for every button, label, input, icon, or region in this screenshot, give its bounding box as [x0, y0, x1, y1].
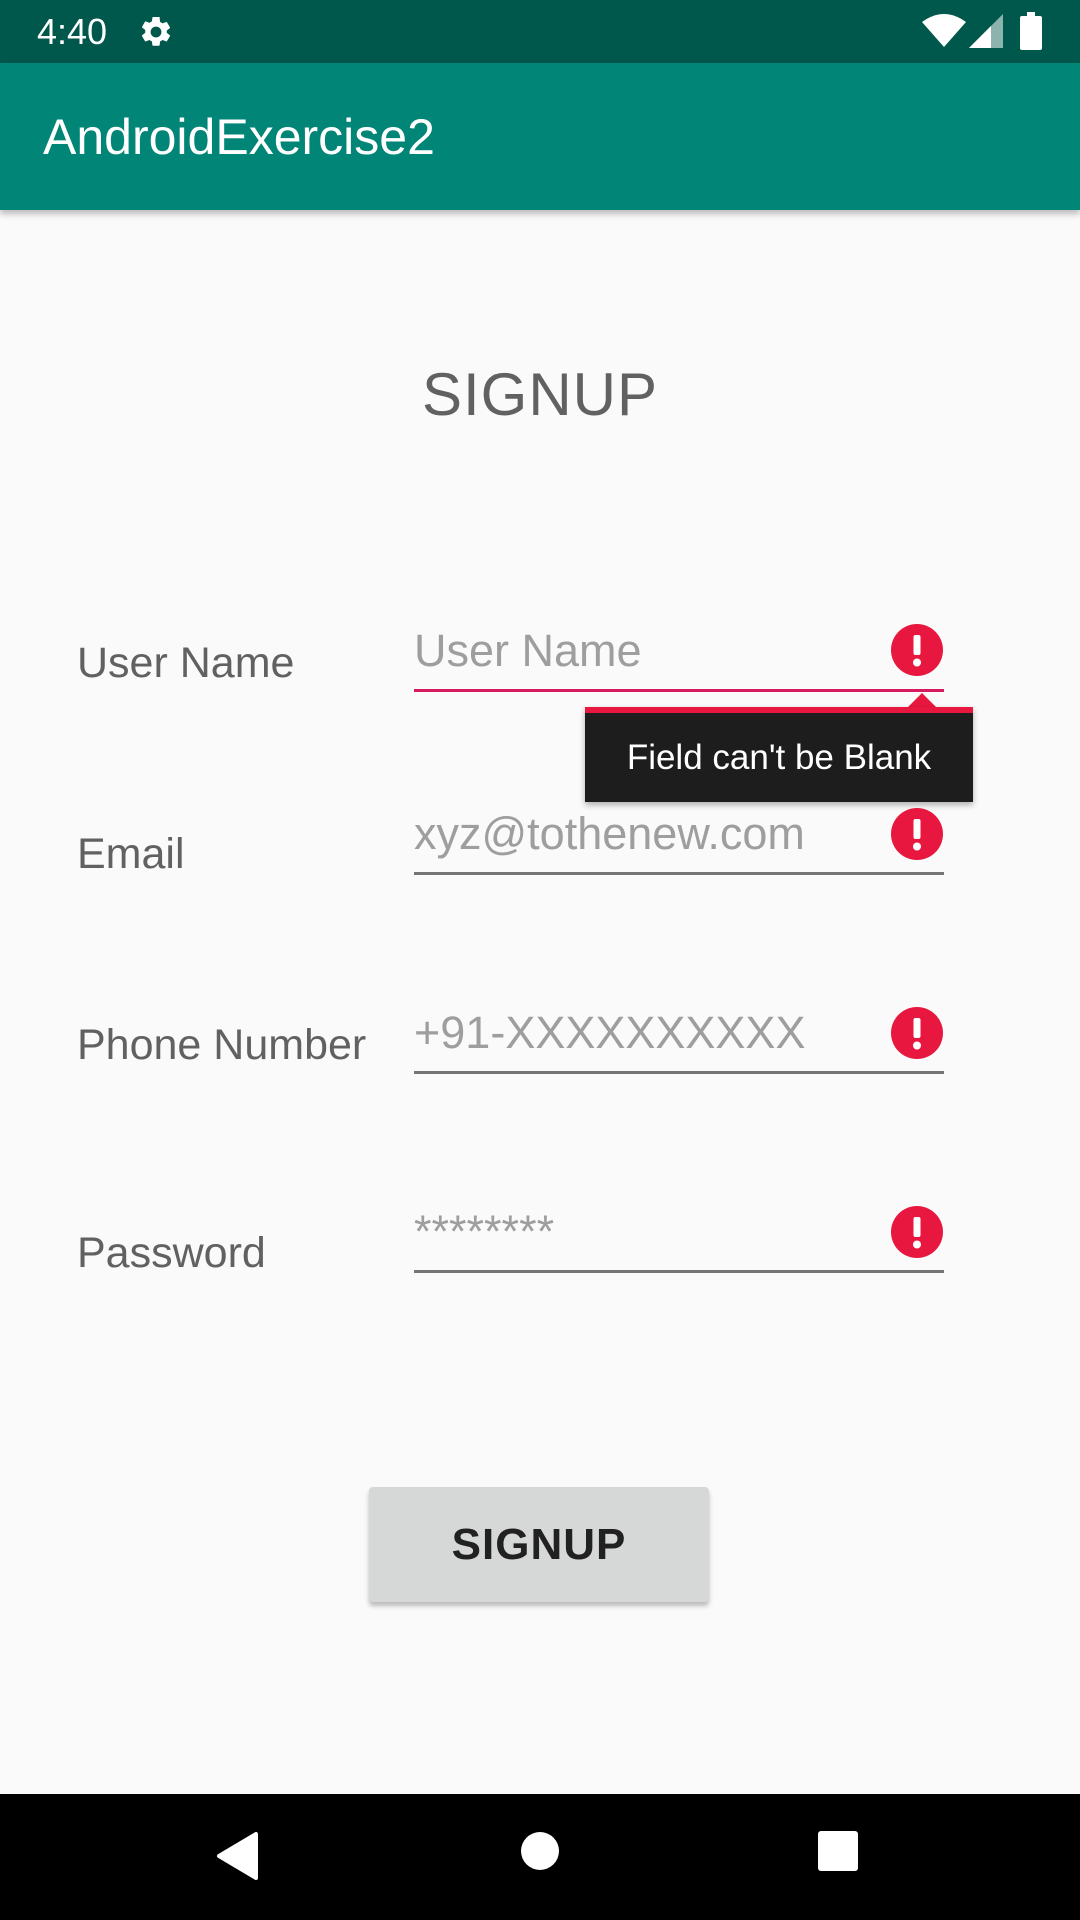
- email-input[interactable]: xyz@tothenew.com: [414, 806, 944, 875]
- back-icon[interactable]: [216, 1831, 260, 1881]
- tooltip-arrow: [907, 693, 937, 708]
- error-icon: [891, 624, 943, 676]
- signal-icon: [969, 14, 1003, 48]
- page-title: SIGNUP: [421, 361, 659, 428]
- home-icon[interactable]: [520, 1831, 560, 1871]
- email-label: Email: [77, 830, 185, 878]
- password-input[interactable]: ********: [414, 1204, 944, 1273]
- phone-label: Phone Number: [77, 1021, 367, 1069]
- status-time: 4:40: [37, 11, 108, 52]
- error-tooltip: Field can't be Blank: [585, 707, 973, 802]
- signup-button[interactable]: SIGNUP: [369, 1487, 709, 1602]
- error-tooltip-text: Field can't be Blank: [626, 738, 932, 777]
- gear-icon: [141, 16, 171, 46]
- password-label: Password: [77, 1229, 266, 1277]
- username-input[interactable]: User Name: [414, 623, 944, 692]
- navigation-bar: [0, 1794, 1080, 1920]
- phone-input[interactable]: +91-XXXXXXXXXX: [414, 1005, 944, 1074]
- recents-icon[interactable]: [818, 1831, 858, 1871]
- app-bar: AndroidExercise2: [0, 63, 1080, 210]
- error-icon: [891, 1007, 943, 1059]
- wifi-icon: [922, 14, 966, 47]
- error-icon: [891, 808, 943, 860]
- status-bar: 4:40: [0, 0, 1080, 63]
- error-icon: [891, 1206, 943, 1258]
- battery-icon: [1020, 12, 1042, 50]
- app-title: AndroidExercise2: [43, 109, 435, 165]
- username-label: User Name: [77, 639, 295, 687]
